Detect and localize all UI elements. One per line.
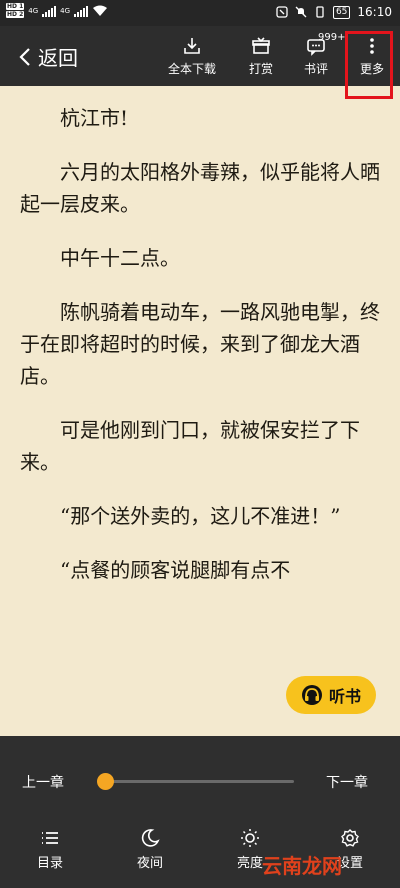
next-chapter-button[interactable]: 下一章 [326, 772, 368, 792]
network-type-1: 4G [28, 6, 39, 15]
nfc-icon [276, 6, 288, 18]
hd1-badge: HD 1 [6, 3, 25, 10]
status-left: HD 1 HD 2 4G 4G [6, 3, 108, 18]
paragraph: 六月的太阳格外毒辣，似乎能将人晒起一层皮来。 [20, 160, 380, 216]
paragraph: 陈帆骑着电动车，一路风驰电掣，终于在即将超时的时候，来到了御龙大酒店。 [20, 300, 380, 388]
chapter-content: 杭江市! 六月的太阳格外毒辣，似乎能将人晒起一层皮来。 中午十二点。 陈帆骑着电… [20, 86, 382, 736]
signal-icon-2 [74, 5, 89, 17]
mute-icon [295, 6, 307, 18]
sun-icon [241, 829, 259, 847]
download-all-button[interactable]: 全本下载 [166, 36, 218, 77]
prev-chapter-button[interactable]: 上一章 [22, 772, 64, 792]
download-all-label: 全本下载 [167, 62, 216, 76]
gear-icon [341, 829, 359, 847]
brightness-label: 亮度 [236, 856, 263, 871]
battery-icon: 65 [332, 5, 351, 19]
chapter-progress-slider[interactable] [97, 773, 114, 790]
back-label: 返回 [38, 46, 78, 70]
paragraph: “点餐的顾客说腿脚有点不 [60, 558, 291, 582]
paragraph: 杭江市! [60, 106, 129, 130]
network-type-2: 4G [60, 6, 71, 15]
chevron-left-icon [19, 47, 30, 66]
gift-icon [252, 37, 270, 54]
review-count-badge: 999+ [318, 32, 346, 43]
status-right: 65 16:10 [276, 5, 392, 19]
hd-indicators: HD 1 HD 2 [6, 3, 25, 18]
hd2-badge: HD 2 [6, 11, 25, 18]
listen-book-button[interactable]: 听书 [286, 676, 376, 714]
download-icon [184, 38, 200, 54]
wifi-icon [93, 5, 108, 16]
review-label: 书评 [303, 62, 328, 76]
reader-top-bar: 返回 全本下载 打赏 999+ 书评 更多 [0, 26, 400, 86]
signal-icon [42, 5, 57, 17]
chapter-progress-track[interactable] [106, 780, 294, 783]
paragraph: 中午十二点。 [60, 246, 180, 270]
tip-label: 打赏 [248, 62, 273, 76]
review-button[interactable]: 999+ 书评 [290, 32, 345, 77]
paragraph: “那个送外卖的，这儿不准进！” [60, 504, 341, 528]
clock: 16:10 [357, 5, 392, 19]
night-mode-label: 夜间 [136, 856, 163, 871]
site-watermark: 云南龙网 [262, 854, 342, 878]
listen-book-label: 听书 [328, 687, 361, 706]
list-icon [42, 832, 58, 844]
status-bar: HD 1 HD 2 4G 4G 65 16:10 [0, 0, 400, 26]
toc-label: 目录 [36, 856, 63, 871]
night-mode-button[interactable]: 夜间 [120, 828, 180, 871]
vibrate-icon [316, 6, 324, 18]
headphones-icon [301, 685, 322, 705]
tip-button[interactable]: 打赏 [235, 36, 287, 77]
toc-button[interactable]: 目录 [20, 828, 80, 871]
moon-icon [141, 829, 160, 847]
paragraph: 可是他刚到门口，就被保安拦了下来。 [20, 418, 360, 474]
back-button[interactable]: 返回 [18, 42, 78, 71]
